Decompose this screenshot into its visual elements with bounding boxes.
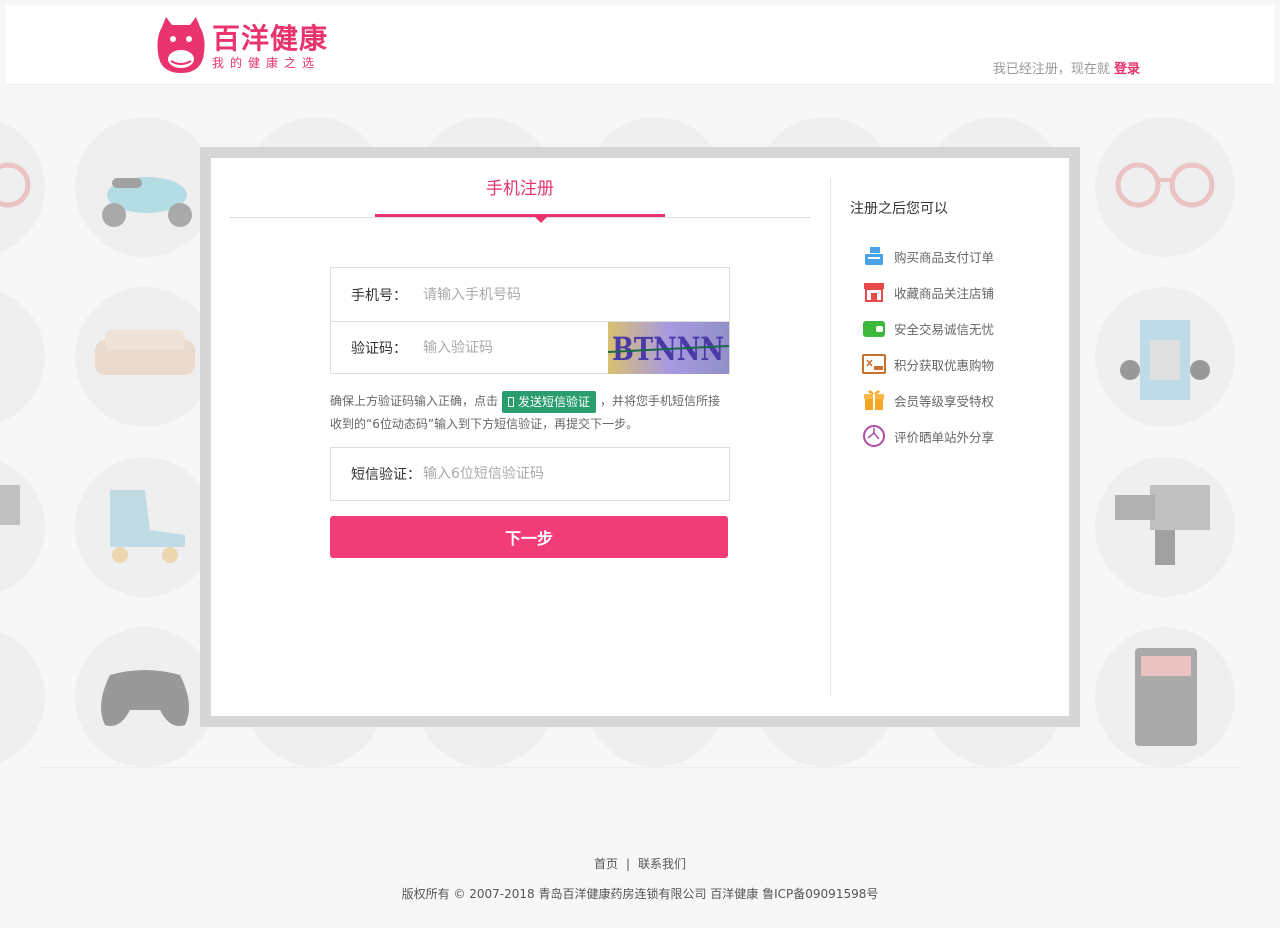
- phone-input[interactable]: [423, 286, 603, 303]
- shop-icon: [864, 283, 884, 302]
- phone-label: 手机号：: [351, 287, 407, 304]
- footer-divider: [40, 767, 1240, 768]
- captcha-input[interactable]: [423, 340, 603, 356]
- wallet-icon: [863, 321, 885, 337]
- send-sms-button[interactable]: 发送短信验证: [502, 390, 597, 413]
- logo-subtitle: 我的健康之选: [212, 56, 321, 70]
- benefits-panel: 注册之后您可以 购买商品支付订单 收藏商品关注店铺 安全交易诚信无忧 积分获取优…: [850, 198, 1050, 454]
- login-prompt: 我已经注册，现在就: [992, 62, 1110, 77]
- gamepad-icon: [101, 670, 189, 726]
- cassette-player-icon: [1120, 320, 1210, 400]
- footer-contact-link[interactable]: 联系我们: [638, 857, 686, 871]
- footer-links: 首页 | 联系我们: [0, 855, 1280, 872]
- gift-box-icon: [864, 390, 884, 410]
- benefit-item: 收藏商品关注店铺: [850, 274, 1050, 310]
- next-step-button[interactable]: 下一步: [330, 516, 728, 558]
- benefit-label: 购买商品支付订单: [894, 249, 995, 265]
- tip-text-before: 确保上方验证码输入正确，点击: [330, 394, 499, 408]
- sms-code-row: 短信验证：: [330, 447, 730, 501]
- sms-label: 短信验证：: [351, 467, 421, 483]
- register-card: 手机注册 手机号： 验证码： BTNNN 确保上方验证码输入正确，点击 发送短信验…: [211, 158, 1069, 716]
- benefit-item: 评价晒单站外分享: [850, 418, 1050, 454]
- tab-phone-register[interactable]: 手机注册: [375, 158, 665, 217]
- benefit-label: 会员等级享受特权: [894, 393, 995, 409]
- benefits-title: 注册之后您可以: [850, 201, 948, 217]
- captcha-image[interactable]: BTNNN: [608, 322, 729, 374]
- benefit-label: 积分获取优惠购物: [894, 357, 995, 373]
- vertical-divider: [830, 178, 831, 696]
- video-camera-icon: [0, 485, 20, 525]
- benefit-item: 安全交易诚信无忧: [850, 310, 1050, 346]
- phone-form: 手机号： 验证码： BTNNN: [330, 267, 730, 374]
- share-globe-icon: [863, 425, 885, 447]
- login-prompt-area: 我已经注册，现在就 登录: [993, 58, 1140, 77]
- video-camera-icon: [1115, 485, 1210, 565]
- sofa-icon: [95, 330, 195, 375]
- logo[interactable]: 百洋健康 我的健康之选: [156, 17, 328, 75]
- glasses-icon: [1115, 162, 1215, 208]
- tab-bar: 手机注册: [229, 158, 811, 223]
- benefit-item: 积分获取优惠购物: [850, 346, 1050, 382]
- glasses-icon: [0, 162, 31, 208]
- captcha-label: 验证码：: [351, 341, 407, 357]
- site-header: 百洋健康 我的健康之选 我已经注册，现在就 登录: [6, 5, 1274, 85]
- gift-card-icon: [862, 354, 886, 374]
- footer-home-link[interactable]: 首页: [594, 857, 618, 871]
- benefit-item: 购买商品支付订单: [850, 238, 1050, 274]
- benefit-item: 会员等级享受特权: [850, 382, 1050, 418]
- tab-indicator-arrow: [533, 215, 549, 223]
- footer-copyright: 版权所有 © 2007-2018 青岛百洋健康药房连锁有限公司 百洋健康 鲁IC…: [401, 887, 879, 901]
- sms-tip: 确保上方验证码输入正确，点击 发送短信验证 ，并将您手机短信所接收到的“6位动态码”…: [330, 390, 730, 436]
- logo-title: 百洋健康: [212, 22, 329, 55]
- benefit-label: 收藏商品关注店铺: [894, 285, 995, 301]
- phone-row: 手机号：: [331, 268, 729, 321]
- scooter-icon: [102, 177, 192, 227]
- benefit-label: 评价晒单站外分享: [894, 429, 995, 445]
- cash-register-icon: [865, 247, 883, 265]
- login-link[interactable]: 登录: [1114, 62, 1140, 77]
- roller-skate-icon: [110, 490, 185, 563]
- captcha-row: 验证码： BTNNN: [331, 321, 729, 374]
- benefit-label: 安全交易诚信无忧: [894, 321, 995, 337]
- sms-code-input[interactable]: [423, 466, 603, 482]
- footer-separator: |: [625, 857, 631, 871]
- phone-icon: [508, 396, 515, 407]
- send-sms-label: 发送短信验证: [518, 394, 591, 409]
- calculator-icon: [1135, 648, 1197, 746]
- camel-logo-icon: [157, 17, 205, 73]
